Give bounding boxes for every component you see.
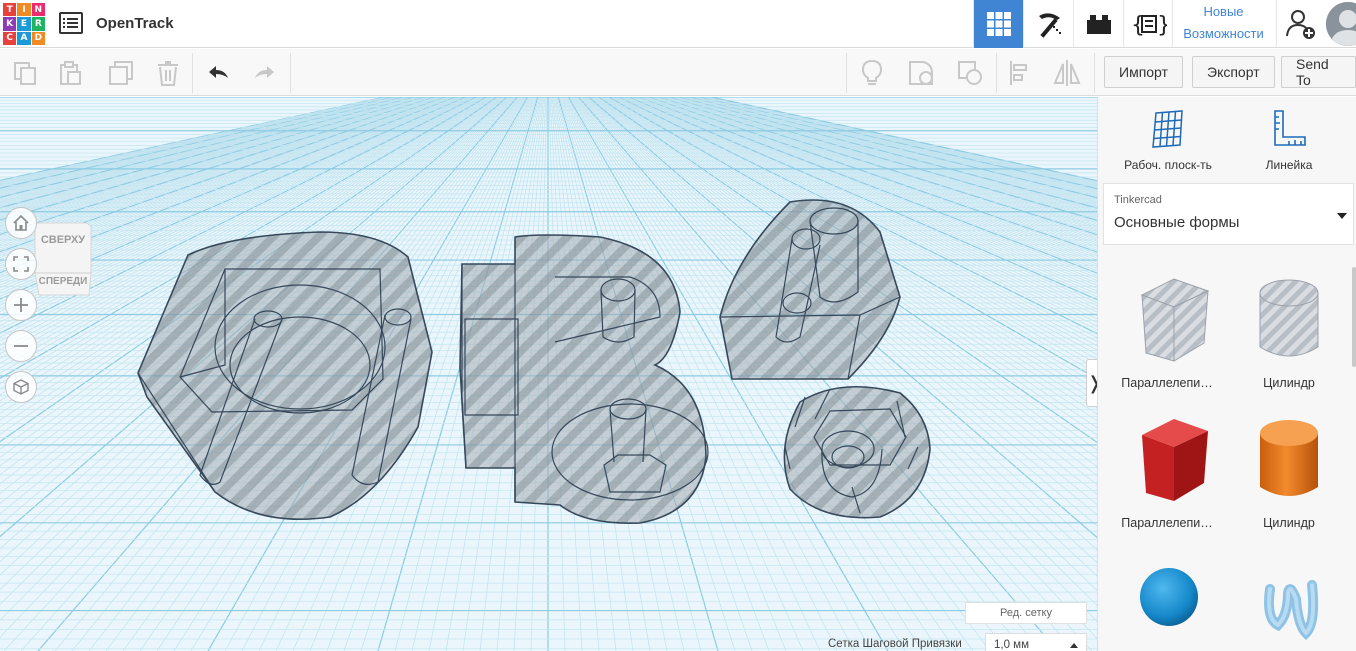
paste-icon[interactable] xyxy=(56,58,86,88)
logo-letter: C xyxy=(3,31,17,45)
shape-sphere[interactable] xyxy=(1112,559,1222,642)
workplane-viewport[interactable]: СВЕРХУ СПЕРЕДИ Ред. сетку Сетка Шаговой … xyxy=(0,97,1097,651)
tinkercad-logo[interactable]: T I N K E R C A D xyxy=(3,3,45,45)
snap-grid-select[interactable]: 1,0 мм xyxy=(985,633,1087,651)
delete-icon[interactable] xyxy=(153,58,183,88)
whats-new-line1: Новые xyxy=(1203,4,1244,19)
logo-letter: K xyxy=(3,17,17,31)
group-icon[interactable] xyxy=(906,58,936,88)
workplane-icon xyxy=(1152,110,1183,148)
avatar[interactable] xyxy=(1326,2,1356,46)
edit-toolbar: Импорт Экспорт Send To xyxy=(0,49,1356,96)
ungroup-icon[interactable] xyxy=(955,58,985,88)
shape-cylinder[interactable]: Цилиндр xyxy=(1234,413,1344,530)
chevron-right-icon[interactable]: ❭ xyxy=(1086,359,1097,407)
toolbar-divider xyxy=(192,53,193,93)
hole-box-icon xyxy=(1140,278,1210,362)
project-title[interactable]: OpenTrack xyxy=(96,15,174,32)
3d-design-icon[interactable] xyxy=(973,0,1023,48)
ruler-icon xyxy=(1274,110,1306,146)
home-view-icon[interactable] xyxy=(5,207,37,239)
zoom-out-icon[interactable] xyxy=(5,330,37,362)
snap-grid-value: 1,0 мм xyxy=(994,639,1029,651)
logo-letter: T xyxy=(3,3,17,17)
logo-letter: R xyxy=(31,17,45,31)
whats-new-link[interactable]: Новые Возможности xyxy=(1172,0,1274,48)
workplane-objects xyxy=(137,199,931,524)
top-bar: T I N K E R C A D OpenTrack {Новые Возм… xyxy=(0,0,1356,48)
toolbar-divider xyxy=(846,53,847,93)
add-user-icon[interactable] xyxy=(1276,0,1324,48)
zoom-in-icon[interactable] xyxy=(5,289,37,321)
workplane-tool-label: Рабоч. плоск-ть xyxy=(1124,158,1212,172)
library-name: Основные формы xyxy=(1114,214,1240,231)
shapes-panel: Рабоч. плоск-ть Линейка Tinkercad Основн… xyxy=(1097,97,1356,651)
lightbulb-icon[interactable] xyxy=(857,58,887,88)
export-button[interactable]: Экспорт xyxy=(1192,56,1275,88)
perspective-view-icon[interactable] xyxy=(5,371,37,403)
hole-object-f[interactable] xyxy=(137,231,433,520)
codeblocks-icon[interactable]: { } xyxy=(1123,0,1173,48)
undo-icon[interactable] xyxy=(203,58,233,88)
logo-letter: N xyxy=(31,3,45,17)
send-to-button[interactable]: Send To xyxy=(1281,56,1356,88)
design-list-icon[interactable] xyxy=(59,12,83,34)
view-cube-top[interactable]: СВЕРХУ xyxy=(41,234,85,246)
toolbar-divider xyxy=(996,53,997,93)
align-icon[interactable] xyxy=(1005,58,1035,88)
brick-icon[interactable] xyxy=(1073,0,1123,48)
shape-label: Параллелепи… xyxy=(1121,376,1213,390)
chevron-up-icon xyxy=(1070,643,1078,648)
shape-label: Цилиндр xyxy=(1263,516,1315,530)
whats-new-line2: Возможности xyxy=(1183,26,1264,41)
cylinder-icon xyxy=(1260,420,1318,496)
pickaxe-icon[interactable] xyxy=(1023,0,1073,48)
panel-scrollbar[interactable] xyxy=(1352,267,1356,367)
hole-object-gear[interactable] xyxy=(783,385,931,519)
view-cube-front[interactable]: СПЕРЕДИ xyxy=(39,276,88,287)
hole-object-b[interactable] xyxy=(459,234,709,524)
toolbar-divider xyxy=(290,53,291,93)
edit-grid-button[interactable]: Ред. сетку xyxy=(965,602,1087,624)
mirror-icon[interactable] xyxy=(1052,58,1082,88)
toolbar-divider xyxy=(1094,53,1095,93)
duplicate-icon[interactable] xyxy=(106,58,136,88)
shape-scribble[interactable] xyxy=(1234,559,1344,651)
hole-object-arch[interactable] xyxy=(719,199,901,380)
shape-label: Параллелепи… xyxy=(1121,516,1213,530)
hole-cylinder-icon xyxy=(1259,279,1319,357)
copy-icon[interactable] xyxy=(10,58,40,88)
logo-letter: E xyxy=(17,17,31,31)
logo-letter: A xyxy=(17,31,31,45)
shape-library-select[interactable]: Tinkercad Основные формы xyxy=(1103,183,1354,245)
view-cube[interactable]: СВЕРХУ СПЕРЕДИ xyxy=(33,221,93,304)
fit-view-icon[interactable] xyxy=(5,248,37,280)
shape-box[interactable]: Параллелепи… xyxy=(1112,413,1222,530)
scribble-icon xyxy=(1264,580,1319,641)
shape-hole-box[interactable]: Параллелепи… xyxy=(1112,273,1222,390)
library-source: Tinkercad xyxy=(1114,194,1162,206)
ruler-tool[interactable]: Линейка xyxy=(1229,109,1349,172)
logo-letter: D xyxy=(31,31,45,45)
logo-letter: I xyxy=(17,3,31,17)
ruler-tool-label: Линейка xyxy=(1265,158,1313,172)
snap-grid-label: Сетка Шаговой Привязки xyxy=(828,638,962,650)
shape-hole-cylinder[interactable]: Цилиндр xyxy=(1234,273,1344,390)
import-button[interactable]: Импорт xyxy=(1104,56,1183,88)
redo-icon[interactable] xyxy=(250,58,280,88)
shape-label: Цилиндр xyxy=(1263,376,1315,390)
sphere-icon xyxy=(1140,568,1198,626)
svg-text:}: } xyxy=(1157,13,1167,38)
box-icon xyxy=(1142,419,1208,501)
workplane-tool[interactable]: Рабоч. плоск-ть xyxy=(1108,109,1228,172)
caret-down-icon xyxy=(1337,213,1347,219)
